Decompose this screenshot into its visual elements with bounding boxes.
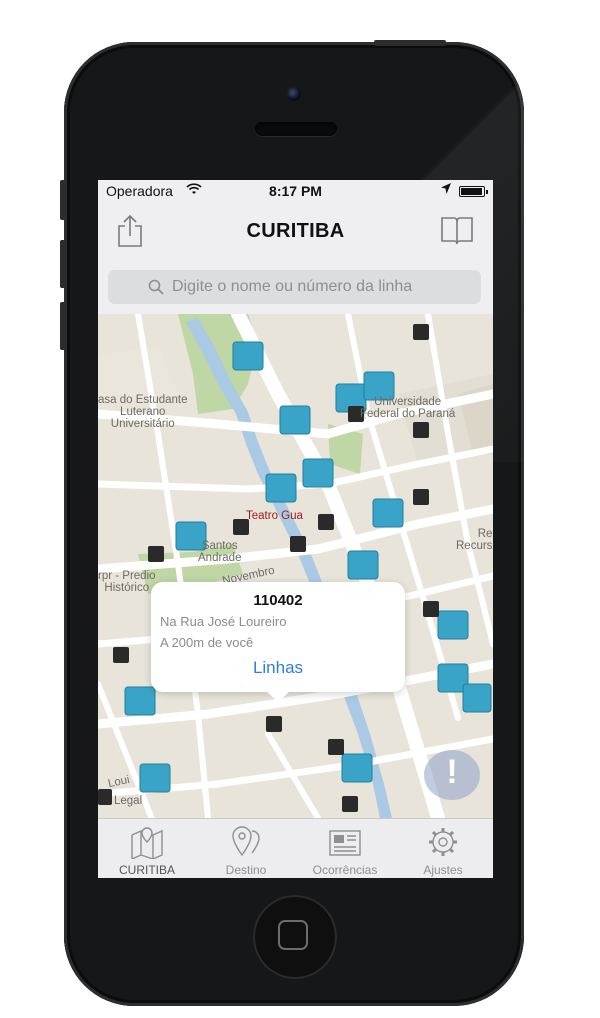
mute-switch <box>60 180 66 220</box>
map-label-predio-historico: rpr - Predio Histórico <box>98 570 156 594</box>
tab-destino[interactable]: Destino <box>197 819 295 878</box>
tab-label: CURITIBA <box>118 863 175 877</box>
tab-ocorrencias[interactable]: Ocorrências <box>296 819 394 878</box>
home-square-icon <box>278 920 308 950</box>
bus-stop-callout: 110402 Na Rua José Loureiro A 200m de vo… <box>151 582 405 702</box>
tab-label: Ajustes <box>423 863 463 877</box>
battery-icon <box>459 186 488 197</box>
page-title: CURITIBA <box>246 220 345 242</box>
home-button[interactable] <box>253 895 337 979</box>
search-icon <box>148 279 164 300</box>
tab-curitiba[interactable]: CURITIBA <box>98 819 196 878</box>
search-bar[interactable] <box>108 270 481 304</box>
tab-ajustes[interactable]: Ajustes <box>394 819 492 878</box>
status-bar: Operadora 8:17 PM <box>98 180 493 202</box>
tab-label: Destino <box>225 863 267 877</box>
map-view[interactable]: asa do Estudante Luterano Universitário … <box>98 314 493 818</box>
callout-stop-code: 110402 <box>253 592 303 609</box>
map-label-teatro: Teatro Gua <box>246 510 303 522</box>
map-label-recursos: Re Recurs <box>456 528 493 552</box>
callout-address: Na Rua José Loureiro <box>160 614 287 629</box>
map-background <box>98 314 493 818</box>
search-input[interactable] <box>172 276 472 298</box>
earpiece-speaker <box>255 122 337 136</box>
volume-up-button <box>60 240 66 288</box>
app-screen: Operadora 8:17 PM CURITIBA Digite o nome… <box>98 180 493 878</box>
tab-label: Ocorrências <box>312 863 378 877</box>
location-arrow-icon <box>441 182 451 197</box>
gear-icon <box>425 825 461 859</box>
alert-icon: ! <box>446 753 458 791</box>
callout-lines-link[interactable]: Linhas <box>151 658 405 678</box>
map-icon <box>129 825 165 861</box>
map-label-santos-andrade: Santos Andrade <box>198 540 242 564</box>
map-label-casa-estudante: asa do Estudante Luterano Universitário <box>98 394 188 430</box>
navigation-bar: CURITIBA <box>98 202 493 258</box>
tab-bar: CURITIBA Destino Ocorrências Ajustes <box>98 818 493 878</box>
callout-distance: A 200m de você <box>160 635 254 650</box>
front-camera <box>287 87 301 101</box>
power-button <box>374 40 446 46</box>
location-pin-icon <box>228 825 264 859</box>
map-label-legal: Legal <box>114 795 143 807</box>
status-time: 8:17 PM <box>269 183 322 199</box>
book-icon[interactable] <box>440 214 474 248</box>
volume-down-button <box>60 302 66 350</box>
map-label-ufpr: Universidade Federal do Paraná <box>360 396 456 420</box>
report-alert-button[interactable]: ! <box>424 750 480 800</box>
newspaper-icon <box>327 825 363 859</box>
